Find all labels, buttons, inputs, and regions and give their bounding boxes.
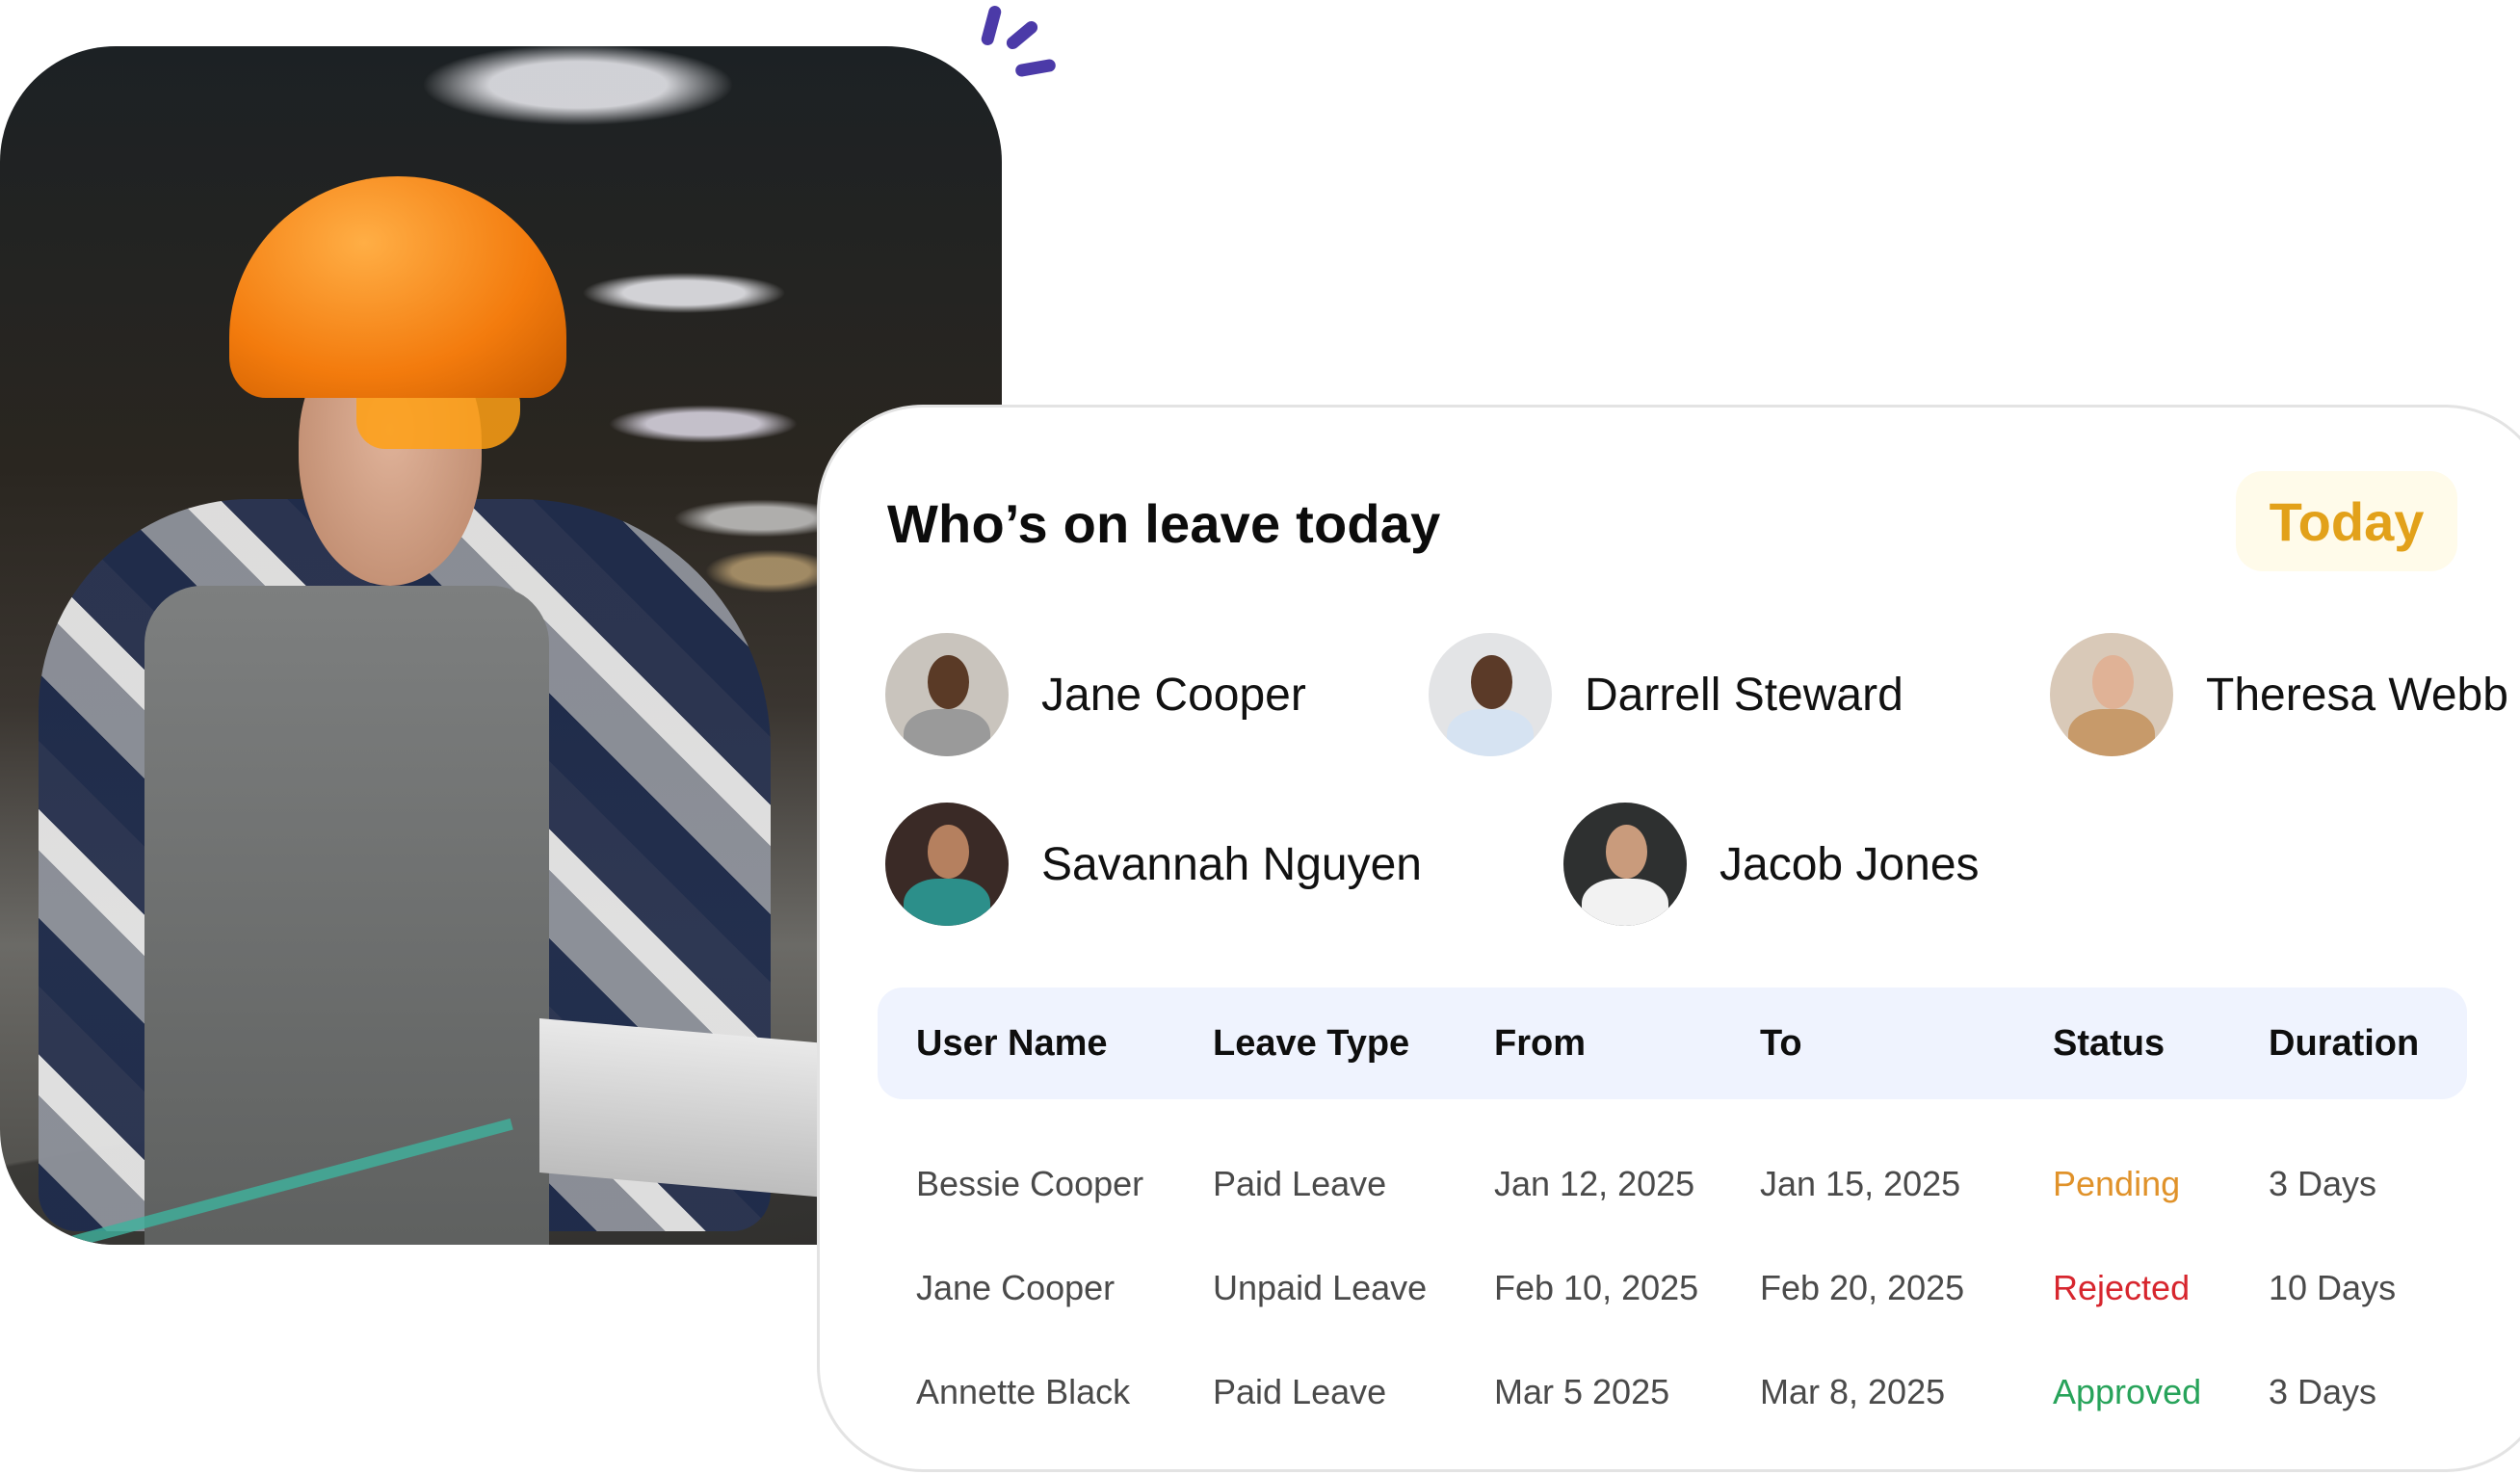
cell-from: Mar 5 2025 bbox=[1494, 1372, 1670, 1411]
cell-duration: 3 Days bbox=[2269, 1164, 2377, 1203]
person-name: Savannah Nguyen bbox=[1041, 838, 1422, 890]
avatar bbox=[1429, 633, 1552, 756]
column-header-duration[interactable]: Duration bbox=[2269, 988, 2419, 1099]
column-header-leave-type[interactable]: Leave Type bbox=[1213, 988, 1409, 1099]
cell-leave-type: Paid Leave bbox=[1213, 1372, 1387, 1411]
column-header-status[interactable]: Status bbox=[2053, 988, 2165, 1099]
cell-leave-type: Unpaid Leave bbox=[1213, 1268, 1428, 1307]
table-row[interactable]: Jane Cooper Unpaid Leave Feb 10, 2025 Fe… bbox=[878, 1250, 2467, 1327]
table-header: User Name Leave Type From To Status Dura… bbox=[878, 988, 2467, 1099]
sparkle-decoration bbox=[963, 0, 1079, 87]
cell-to: Feb 20, 2025 bbox=[1760, 1268, 1965, 1307]
cell-to: Jan 15, 2025 bbox=[1760, 1164, 1961, 1203]
avatar bbox=[1563, 803, 1687, 926]
card-title: Who’s on leave today bbox=[887, 493, 1441, 554]
table-row[interactable]: Annette Black Paid Leave Mar 5 2025 Mar … bbox=[878, 1354, 2467, 1431]
sparkle-stroke-icon bbox=[1014, 58, 1057, 78]
table-row[interactable]: Bessie Cooper Paid Leave Jan 12, 2025 Ja… bbox=[878, 1146, 2467, 1223]
on-leave-person[interactable]: Jane Cooper bbox=[885, 633, 1306, 756]
avatar bbox=[2050, 633, 2173, 756]
cell-from: Feb 10, 2025 bbox=[1494, 1268, 1699, 1307]
cell-duration: 10 Days bbox=[2269, 1268, 2397, 1307]
status-badge: Approved bbox=[2053, 1372, 2202, 1411]
photo-worker-overalls bbox=[144, 586, 549, 1245]
person-name: Jane Cooper bbox=[1041, 669, 1306, 721]
leave-card: Who’s on leave today Today Jane Cooper D… bbox=[817, 405, 2520, 1472]
today-filter-button[interactable]: Today bbox=[2236, 471, 2457, 571]
person-name: Theresa Webb bbox=[2206, 669, 2508, 721]
cell-user-name: Jane Cooper bbox=[916, 1268, 1116, 1307]
cell-leave-type: Paid Leave bbox=[1213, 1164, 1387, 1203]
status-badge: Rejected bbox=[2053, 1268, 2191, 1307]
column-header-to[interactable]: To bbox=[1760, 988, 1802, 1099]
photo-hard-hat bbox=[229, 176, 566, 398]
cell-user-name: Annette Black bbox=[916, 1372, 1131, 1411]
column-header-from[interactable]: From bbox=[1494, 988, 1586, 1099]
cell-duration: 3 Days bbox=[2269, 1372, 2377, 1411]
avatar bbox=[885, 803, 1009, 926]
sparkle-stroke-icon bbox=[980, 4, 1003, 47]
person-name: Jacob Jones bbox=[1719, 838, 1980, 890]
on-leave-person[interactable]: Theresa Webb bbox=[2050, 633, 2508, 756]
on-leave-person[interactable]: Savannah Nguyen bbox=[885, 803, 1422, 926]
status-badge: Pending bbox=[2053, 1164, 2181, 1203]
cell-user-name: Bessie Cooper bbox=[916, 1164, 1144, 1203]
cell-from: Jan 12, 2025 bbox=[1494, 1164, 1695, 1203]
avatar bbox=[885, 633, 1009, 756]
cell-to: Mar 8, 2025 bbox=[1760, 1372, 1946, 1411]
on-leave-person[interactable]: Darrell Steward bbox=[1429, 633, 1903, 756]
column-header-user-name[interactable]: User Name bbox=[916, 988, 1108, 1099]
sparkle-stroke-icon bbox=[1004, 18, 1040, 52]
person-name: Darrell Steward bbox=[1585, 669, 1903, 721]
on-leave-person[interactable]: Jacob Jones bbox=[1563, 803, 1980, 926]
